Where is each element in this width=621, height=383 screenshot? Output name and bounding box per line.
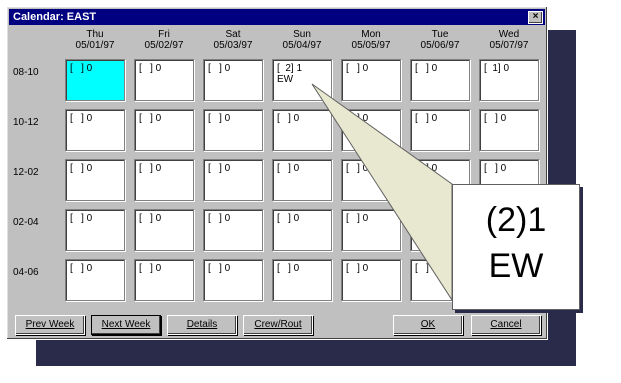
zoom-callout: (2)1 EW <box>452 184 580 310</box>
callout-line-2: EW <box>488 247 544 285</box>
callout-line-1: (2)1 <box>485 201 547 239</box>
